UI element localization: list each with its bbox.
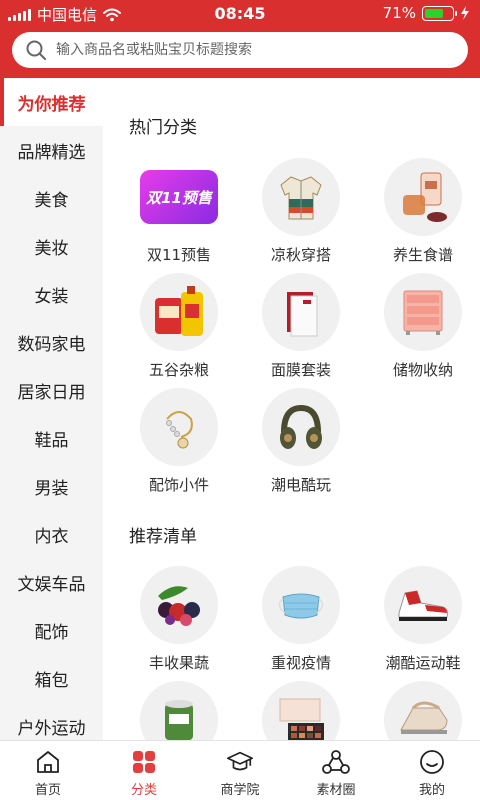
bracelet-icon (140, 388, 218, 466)
search-icon (26, 40, 46, 60)
battery-percent: 71% (382, 4, 416, 22)
category-icon (130, 749, 158, 775)
sneaker-icon (384, 566, 462, 644)
recommend-list-grid: 丰收果蔬 重视疫情 潮酷运动鞋 (129, 566, 469, 740)
storage-drawer-icon (384, 273, 462, 351)
category-label: 养生食谱 (392, 246, 453, 264)
sidebar-item-household[interactable]: 居家日用 (0, 366, 103, 414)
category-tile[interactable]: 五谷杂粮 (129, 273, 229, 388)
category-tile[interactable]: 配饰小件 (129, 388, 229, 503)
eyeshadow-palette-icon (262, 681, 340, 740)
sidebar-item-recommended[interactable]: 为你推荐 (0, 78, 103, 126)
recommend-label: 重视疫情 (270, 654, 331, 672)
tab-category[interactable]: 分类 (96, 741, 192, 800)
sidebar-item-underwear[interactable]: 内衣 (0, 510, 103, 558)
rice-oil-icon (140, 273, 218, 351)
tab-academy[interactable]: 商学院 (192, 741, 288, 800)
tab-label: 素材圈 (316, 783, 356, 798)
recommend-tile[interactable] (129, 681, 229, 740)
sidebar-item-brands[interactable]: 品牌精选 (0, 126, 103, 174)
double11-badge: 双11预售 (140, 170, 218, 224)
tea-jar-icon (384, 158, 462, 236)
sidebar-item-outdoor[interactable]: 户外运动 (0, 702, 103, 740)
recommend-list-title: 推荐清单 (129, 527, 197, 547)
category-content: 热门分类 双11预售 双11预售 凉秋穿搭 养生食谱 五谷杂粮 面膜套装 储物收… (103, 78, 480, 740)
status-bar: 中国电信 08:45 71% (0, 0, 480, 26)
sidebar-item-beauty[interactable]: 美妆 (0, 222, 103, 270)
top-header: 中国电信 08:45 71% (0, 0, 480, 78)
sidebar-item-accessories[interactable]: 配饰 (0, 606, 103, 654)
recommend-label: 丰收果蔬 (148, 654, 209, 672)
search-bar[interactable] (12, 32, 468, 68)
category-label: 凉秋穿搭 (270, 246, 331, 264)
recommend-tile[interactable] (251, 681, 351, 740)
battery-icon (422, 5, 457, 21)
sidebar-item-food[interactable]: 美食 (0, 174, 103, 222)
sidebar-item-entertainment-auto[interactable]: 文娱车品 (0, 558, 103, 606)
category-tile[interactable]: 储物收纳 (373, 273, 473, 388)
category-label: 双11预售 (146, 246, 212, 264)
hot-categories-title: 热门分类 (129, 118, 197, 138)
category-label: 五谷杂粮 (148, 361, 209, 379)
search-input[interactable] (56, 42, 436, 58)
tab-label: 商学院 (220, 783, 260, 798)
recommend-tile[interactable]: 潮酷运动鞋 (373, 566, 473, 681)
snack-cup-icon (140, 681, 218, 740)
category-tile[interactable]: 面膜套装 (251, 273, 351, 388)
charging-icon (461, 6, 469, 20)
share-circle-icon (322, 749, 350, 775)
jacket-icon (262, 158, 340, 236)
recommend-label: 潮酷运动鞋 (385, 654, 461, 672)
category-tile[interactable]: 双11预售 双11预售 (129, 158, 229, 273)
category-label: 潮电酷玩 (270, 476, 331, 494)
sidebar-item-menswear[interactable]: 男装 (0, 462, 103, 510)
face-mask-box-icon (262, 273, 340, 351)
fruit-icon (140, 566, 218, 644)
tab-profile[interactable]: 我的 (384, 741, 480, 800)
recommend-tile[interactable]: 丰收果蔬 (129, 566, 229, 681)
tab-home[interactable]: 首页 (0, 741, 96, 800)
bottom-tab-bar: 首页 分类 商学院 素材圈 我的 (0, 740, 480, 800)
tab-label: 首页 (34, 783, 61, 798)
tab-label: 我的 (418, 783, 445, 798)
tab-materials[interactable]: 素材圈 (288, 741, 384, 800)
sidebar-item-shoes[interactable]: 鞋品 (0, 414, 103, 462)
profile-icon (418, 749, 446, 775)
graduation-cap-icon (226, 749, 254, 775)
category-sidebar: 为你推荐 品牌精选 美食 美妆 女装 数码家电 居家日用 鞋品 男装 内衣 文娱… (0, 78, 103, 740)
home-icon (34, 749, 62, 775)
iron-icon (384, 681, 462, 740)
double11-presale-icon: 双11预售 (140, 158, 218, 236)
category-tile[interactable]: 养生食谱 (373, 158, 473, 273)
headphones-icon (262, 388, 340, 466)
category-label: 储物收纳 (392, 361, 453, 379)
hot-categories-grid: 双11预售 双11预售 凉秋穿搭 养生食谱 五谷杂粮 面膜套装 储物收纳 配饰小… (129, 158, 469, 503)
category-tile[interactable]: 潮电酷玩 (251, 388, 351, 503)
category-tile[interactable]: 凉秋穿搭 (251, 158, 351, 273)
tab-label: 分类 (130, 783, 157, 798)
category-label: 配饰小件 (148, 476, 209, 494)
category-label: 面膜套装 (270, 361, 331, 379)
sidebar-item-bags[interactable]: 箱包 (0, 654, 103, 702)
recommend-tile[interactable]: 重视疫情 (251, 566, 351, 681)
sidebar-item-womenswear[interactable]: 女装 (0, 270, 103, 318)
recommend-tile[interactable] (373, 681, 473, 740)
sidebar-item-electronics[interactable]: 数码家电 (0, 318, 103, 366)
medical-mask-icon (262, 566, 340, 644)
